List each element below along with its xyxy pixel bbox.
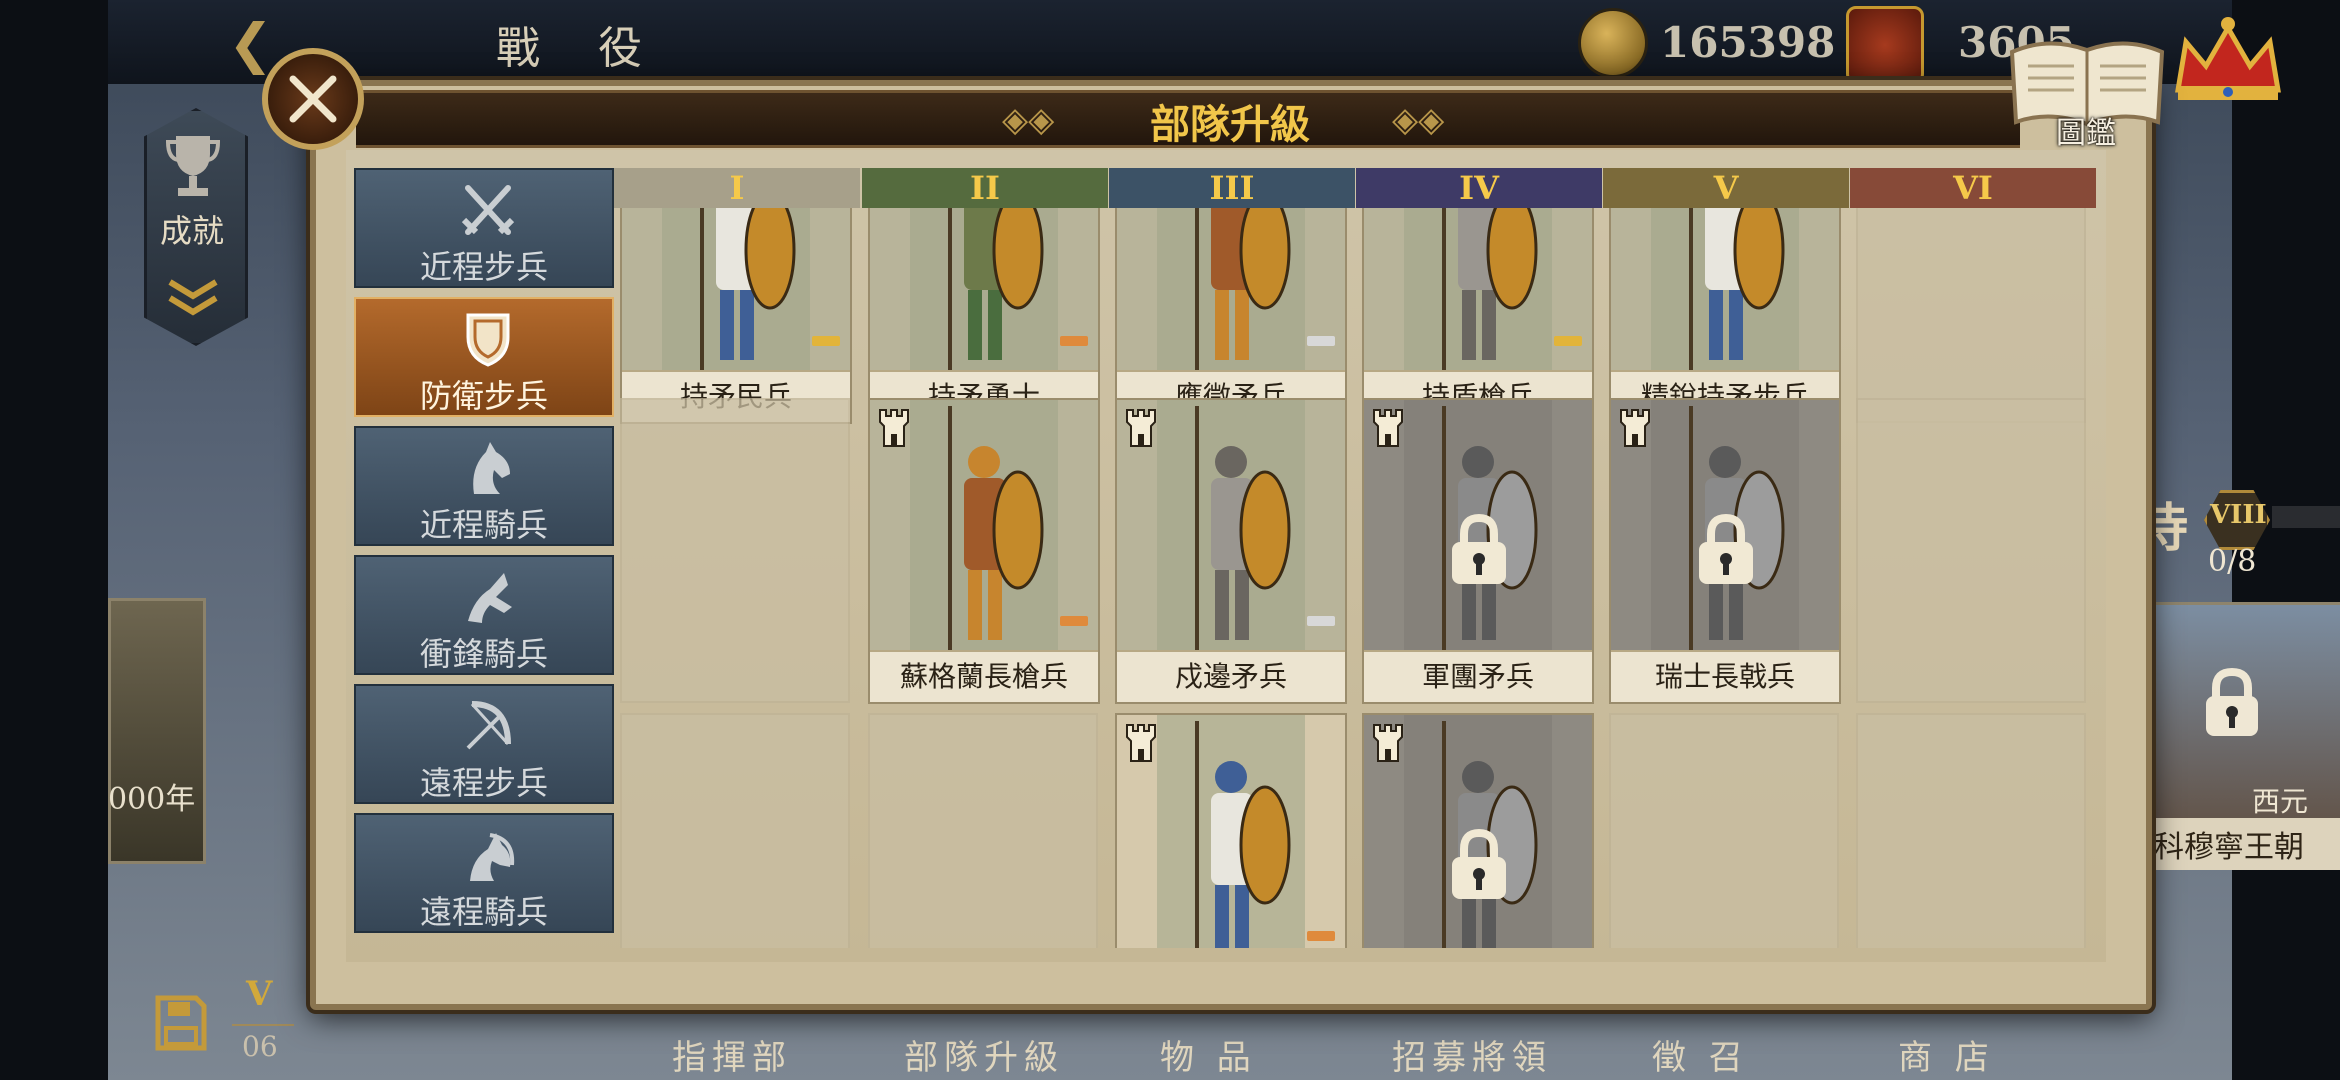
crossed-swords-icon bbox=[461, 185, 515, 235]
rank-pip bbox=[1307, 616, 1335, 626]
nav-conscript[interactable]: 徵 召 bbox=[1652, 1030, 1749, 1079]
rank-pip bbox=[812, 336, 840, 346]
trophy-icon bbox=[166, 136, 220, 196]
unit-name: 戍邊矛兵 bbox=[1117, 650, 1345, 702]
unit-card[interactable]: 蘇格蘭長槍兵 bbox=[868, 398, 1100, 704]
empty-slot bbox=[868, 713, 1098, 948]
unit-card[interactable]: 戍邊矛兵 bbox=[1115, 398, 1347, 704]
empty-slot bbox=[620, 713, 850, 948]
category-label: 遠程騎兵 bbox=[419, 893, 548, 931]
category-label: 近程騎兵 bbox=[419, 506, 548, 544]
castle-tower-icon bbox=[1373, 724, 1403, 762]
category-tab[interactable]: 防衛步兵 bbox=[354, 297, 614, 417]
double-chevron-icon[interactable] bbox=[166, 278, 220, 318]
category-label: 防衛步兵 bbox=[419, 377, 548, 415]
empty-slot bbox=[620, 398, 850, 703]
ornament-left-icon: ◈◈ bbox=[1002, 100, 1055, 140]
rank-pip bbox=[1307, 336, 1335, 346]
nav-recruit-generals[interactable]: 招募將領 bbox=[1392, 1030, 1552, 1079]
coin-count: 165398 bbox=[1660, 18, 1836, 67]
campaign-title: 戰 役 bbox=[496, 23, 664, 74]
padlock-icon bbox=[1452, 828, 1506, 899]
category-label: 近程步兵 bbox=[419, 248, 548, 286]
category-tab[interactable]: 近程步兵 bbox=[354, 168, 614, 288]
unit-card[interactable]: 應徵矛兵 bbox=[1115, 208, 1347, 424]
category-tab[interactable]: 遠程步兵 bbox=[354, 684, 614, 804]
empty-slot bbox=[1856, 208, 2086, 423]
unit-name: 蘇格蘭長槍兵 bbox=[870, 650, 1098, 702]
unit-card[interactable]: 瑞士長戟兵 bbox=[1609, 398, 1841, 704]
nav-shop[interactable]: 商 店 bbox=[1898, 1030, 1995, 1079]
tier-header: II bbox=[862, 168, 1108, 208]
unit-portrait bbox=[1611, 208, 1839, 374]
unit-card[interactable]: 持盾槍兵 bbox=[1362, 208, 1594, 424]
unit-card[interactable]: 持矛民兵 bbox=[620, 208, 852, 424]
rank-pip bbox=[1060, 336, 1088, 346]
unit-portrait bbox=[1117, 208, 1345, 374]
category-label: 衝鋒騎兵 bbox=[419, 635, 548, 673]
codex-label: 圖鑑 bbox=[2056, 116, 2116, 151]
category-tab[interactable]: 近程騎兵 bbox=[354, 426, 614, 546]
empty-slot bbox=[1856, 398, 2086, 703]
nav-headquarters[interactable]: 指揮部 bbox=[672, 1030, 792, 1079]
rank-pip bbox=[1060, 616, 1088, 626]
unit-portrait bbox=[870, 208, 1098, 374]
achievements-label: 成就 bbox=[160, 212, 225, 250]
horse-head-icon bbox=[473, 442, 510, 494]
padlock-icon bbox=[1452, 513, 1506, 584]
castle-tower-icon bbox=[1373, 409, 1403, 447]
category-tab[interactable]: 衝鋒騎兵 bbox=[354, 555, 614, 675]
tier-header: III bbox=[1109, 168, 1355, 208]
rank-progress-text: 0/8 bbox=[2208, 544, 2257, 579]
era-year-left: 000年 bbox=[108, 782, 196, 817]
tier-header: IV bbox=[1356, 168, 1602, 208]
unit-card[interactable]: 精銳持矛步兵 bbox=[1609, 208, 1841, 424]
unit-card[interactable]: 持矛勇士 bbox=[868, 208, 1100, 424]
unit-portrait bbox=[1364, 208, 1592, 374]
unit-card[interactable] bbox=[1362, 713, 1594, 948]
castle-tower-icon bbox=[1126, 409, 1156, 447]
empty-slot bbox=[1856, 713, 2086, 948]
unit-name: 瑞士長戟兵 bbox=[1611, 650, 1839, 702]
padlock-icon bbox=[2206, 667, 2258, 736]
tier-header: I bbox=[614, 168, 860, 208]
shield-icon bbox=[466, 313, 510, 367]
unit-name: 軍團矛兵 bbox=[1364, 650, 1592, 702]
nav-unit-upgrade[interactable]: 部隊升級 bbox=[904, 1030, 1064, 1079]
unit-card[interactable] bbox=[1115, 713, 1347, 948]
prestige-badge-icon bbox=[1846, 6, 1924, 84]
nav-items[interactable]: 物 品 bbox=[1160, 1030, 1257, 1079]
tier-header: VI bbox=[1850, 168, 2096, 208]
modal-title: 部隊升級 bbox=[1150, 101, 1310, 148]
empty-slot bbox=[1609, 713, 1839, 948]
gold-coin-icon bbox=[1578, 8, 1648, 78]
castle-tower-icon bbox=[879, 409, 909, 447]
bow-icon bbox=[466, 701, 511, 750]
padlock-icon bbox=[1699, 513, 1753, 584]
rank-roman: VIII bbox=[2210, 500, 2267, 530]
dynasty-label: 科穆寧王朝 bbox=[2144, 818, 2340, 870]
crown-icon[interactable] bbox=[2168, 8, 2288, 108]
castle-tower-icon bbox=[1620, 409, 1650, 447]
category-tab[interactable]: 遠程騎兵 bbox=[354, 813, 614, 933]
back-arrow-icon[interactable]: ❮ bbox=[228, 12, 273, 75]
era-card-left[interactable] bbox=[108, 598, 206, 864]
rank-progress-bar bbox=[2272, 506, 2340, 528]
close-icon bbox=[289, 75, 337, 123]
unit-card[interactable]: 軍團矛兵 bbox=[1362, 398, 1594, 704]
castle-tower-icon bbox=[1126, 724, 1156, 762]
rank-pip bbox=[1307, 931, 1335, 941]
unit-portrait bbox=[622, 208, 850, 374]
category-label: 遠程步兵 bbox=[419, 764, 548, 802]
rank-pip bbox=[1554, 336, 1582, 346]
charging-horse-icon bbox=[468, 573, 512, 623]
horse-archer-icon bbox=[470, 833, 515, 881]
unit-tree-grid: 持矛民兵 持矛勇士 應徵矛兵 持盾槍兵 精銳持矛步兵蘇格蘭長槍兵 戍邊矛兵 軍團矛兵 瑞士長戟… bbox=[620, 208, 2096, 948]
tier-header: V bbox=[1603, 168, 1849, 208]
